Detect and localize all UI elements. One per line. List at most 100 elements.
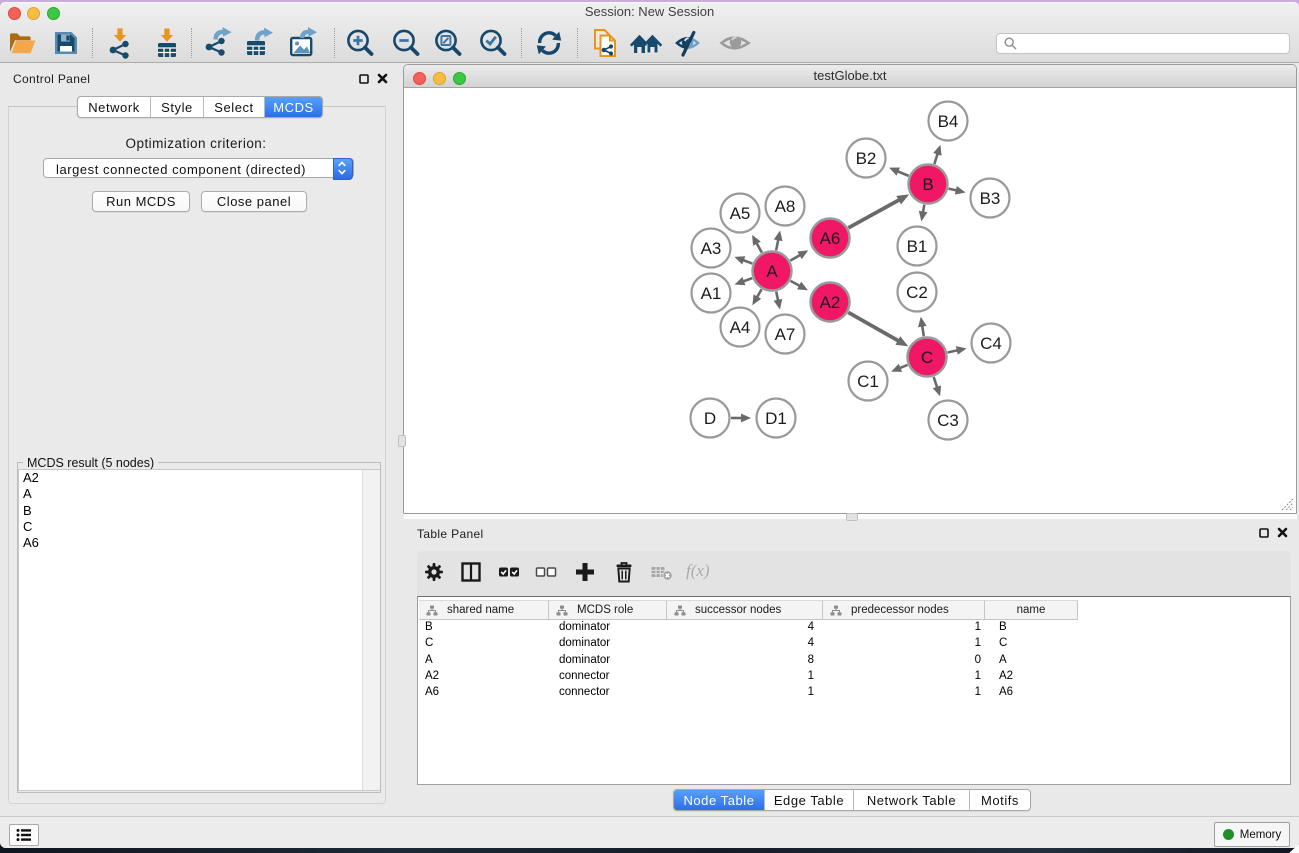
- hide-details-icon[interactable]: [674, 27, 706, 59]
- network-from-file-icon[interactable]: [589, 27, 621, 59]
- import-table-icon[interactable]: [151, 27, 183, 59]
- add-column-icon[interactable]: [573, 560, 597, 584]
- edge-A-A1[interactable]: [743, 278, 752, 281]
- edge-B-B1[interactable]: [923, 205, 924, 213]
- table-row[interactable]: Adominator80A: [419, 652, 1291, 668]
- table-settings-icon[interactable]: [422, 560, 446, 584]
- delete-column-icon[interactable]: [612, 560, 636, 584]
- edge-B-B2[interactable]: [897, 171, 908, 176]
- mcds-result-list[interactable]: A2ABCA6: [18, 469, 380, 791]
- edge-C-C4[interactable]: [948, 350, 958, 352]
- column-header-name[interactable]: name: [985, 601, 1078, 619]
- column-header-shared-name[interactable]: shared name: [419, 601, 549, 619]
- tab-motifs[interactable]: Motifs: [970, 790, 1030, 810]
- edge-B-B4[interactable]: [934, 153, 937, 164]
- run-mcds-button[interactable]: Run MCDS: [92, 191, 190, 212]
- edge-C-C2[interactable]: [922, 326, 924, 337]
- table-row[interactable]: Bdominator41B: [419, 619, 1291, 635]
- import-network-icon[interactable]: [104, 27, 136, 59]
- edge-C-C3[interactable]: [934, 377, 938, 388]
- tab-network[interactable]: Network: [78, 97, 151, 117]
- tab-edge-table[interactable]: Edge Table: [765, 790, 854, 810]
- edge-B-B3[interactable]: [948, 189, 956, 191]
- zoom-out-icon[interactable]: [390, 27, 422, 59]
- tab-node-table[interactable]: Node Table: [674, 790, 765, 810]
- node-label-A3: A3: [701, 239, 722, 258]
- edge-A-A3[interactable]: [743, 260, 753, 264]
- status-bar: [0, 816, 1299, 848]
- float-panel-icon[interactable]: [359, 74, 369, 84]
- zoom-fit-icon[interactable]: [432, 27, 464, 59]
- criterion-dropdown[interactable]: largest connected component (directed): [43, 158, 354, 178]
- open-session-icon[interactable]: [6, 27, 38, 59]
- screen: Session: New Session: [0, 0, 1299, 853]
- network-canvas[interactable]: B4B2BB3A8A5A6B1A3AC2A1A2A4A7C4CC1DD1C3: [404, 88, 1296, 514]
- edge-A-A4[interactable]: [757, 289, 762, 297]
- column-header-predecessor-nodes[interactable]: predecessor nodes: [823, 601, 985, 619]
- edge-A-A5[interactable]: [756, 243, 761, 253]
- search-input[interactable]: [996, 33, 1290, 54]
- show-details-icon[interactable]: [719, 27, 751, 59]
- table-cell: 1: [823, 637, 985, 649]
- mcds-result-item[interactable]: C: [19, 519, 379, 535]
- column-header-successor-nodes[interactable]: successor nodes: [667, 601, 823, 619]
- splitter-handle[interactable]: [846, 513, 858, 521]
- function-builder-icon[interactable]: f(x): [686, 561, 710, 581]
- export-image-icon[interactable]: [287, 27, 319, 59]
- tab-style[interactable]: Style: [151, 97, 204, 117]
- save-session-icon[interactable]: [50, 27, 82, 59]
- tab-mcds[interactable]: MCDS: [265, 97, 322, 117]
- toolbar-separator: [577, 28, 578, 58]
- table-row[interactable]: A2connector11A2: [419, 668, 1291, 684]
- edge-A6-B[interactable]: [848, 200, 899, 228]
- node-label-A2: A2: [820, 293, 841, 312]
- close-panel-icon[interactable]: [377, 73, 388, 84]
- splitter-handle[interactable]: [398, 435, 406, 447]
- deselect-all-icon[interactable]: [534, 560, 558, 584]
- edge-A2-C[interactable]: [848, 312, 898, 341]
- float-panel-icon[interactable]: [1259, 528, 1269, 538]
- mcds-result-item[interactable]: A6: [19, 535, 379, 551]
- edge-A-A6[interactable]: [790, 255, 800, 261]
- export-network-icon[interactable]: [202, 27, 234, 59]
- edge-A-A8[interactable]: [776, 239, 778, 250]
- edge-C-C1[interactable]: [899, 365, 907, 368]
- refresh-icon[interactable]: [533, 27, 565, 59]
- node-label-B3: B3: [980, 189, 1001, 208]
- table-cell: C: [419, 637, 549, 649]
- node-label-D: D: [704, 409, 716, 428]
- table-panel-buttons: [1259, 527, 1288, 538]
- select-all-icon[interactable]: [497, 560, 521, 584]
- export-table-icon[interactable]: [243, 27, 275, 59]
- split-columns-icon[interactable]: [459, 560, 483, 584]
- tab-select[interactable]: Select: [204, 97, 265, 117]
- mcds-result-item[interactable]: A: [19, 486, 379, 502]
- close-panel-button[interactable]: Close panel: [201, 191, 307, 212]
- window-resize-grip[interactable]: [1281, 498, 1294, 511]
- tab-network-table[interactable]: Network Table: [854, 790, 970, 810]
- node-label-C3: C3: [937, 411, 959, 430]
- mcds-result-item[interactable]: A2: [19, 470, 379, 486]
- table-cell: 1: [667, 686, 823, 698]
- delete-table-icon[interactable]: [650, 560, 674, 584]
- table-cell: 1: [667, 670, 823, 682]
- main-titlebar-toolbar: Session: New Session: [0, 2, 1299, 63]
- table-row[interactable]: A6connector11A6: [419, 684, 1291, 700]
- mcds-list-scrollbar[interactable]: [362, 470, 380, 790]
- mcds-result-item[interactable]: B: [19, 503, 379, 519]
- zoom-in-icon[interactable]: [344, 27, 376, 59]
- memory-button[interactable]: Memory: [1214, 822, 1290, 847]
- table-panel-title: Table Panel: [417, 527, 484, 541]
- edge-A-A7[interactable]: [776, 292, 778, 301]
- close-panel-icon[interactable]: [1277, 527, 1288, 538]
- network-window-title: testGlobe.txt: [404, 68, 1296, 83]
- task-history-button[interactable]: [9, 824, 39, 846]
- edge-A-A2[interactable]: [791, 281, 800, 286]
- edge-arrowhead: [919, 211, 928, 222]
- attribute-icon: [426, 605, 438, 616]
- first-neighbors-icon[interactable]: [630, 27, 662, 59]
- table-row[interactable]: Cdominator41C: [419, 635, 1291, 651]
- zoom-selected-icon[interactable]: [477, 27, 509, 59]
- column-header-MCDS-role[interactable]: MCDS role: [549, 601, 667, 619]
- edge-arrowhead: [741, 414, 751, 423]
